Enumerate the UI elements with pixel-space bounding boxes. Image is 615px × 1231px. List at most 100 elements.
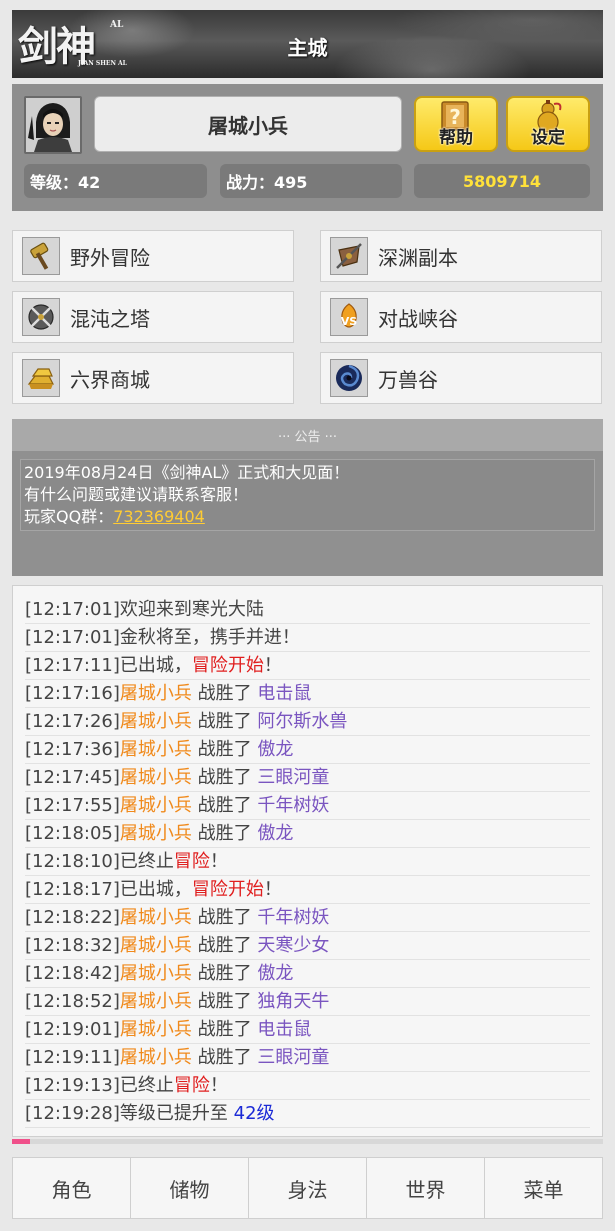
tab-character[interactable]: 角色 — [13, 1158, 131, 1218]
log-line: [12:17:01]金秋将至，携手并进！ — [25, 624, 590, 652]
log-verb: 战胜了 — [191, 1019, 258, 1040]
log-player-name: 屠城小兵 — [119, 935, 192, 956]
log-line: [12:18:05]屠城小兵 战胜了 傲龙 — [25, 820, 590, 848]
announcement-line: 2019年08月24日《剑神AL》正式和大见面！ — [24, 463, 350, 482]
log-line: [12:19:11]屠城小兵 战胜了 三眼河童 — [25, 1044, 590, 1072]
log-text: 已终止 — [119, 1075, 174, 1096]
menu-six-realms-shop[interactable]: 六界商城 — [12, 352, 294, 404]
log-player-name: 屠城小兵 — [119, 1019, 192, 1040]
player-panel: 屠城小兵 ? 帮助 设定 等级：42 战力：495 5809714 — [12, 84, 603, 211]
log-monster-name: 独角天牛 — [257, 991, 330, 1012]
qq-group-link[interactable]: 732369404 — [113, 507, 205, 526]
log-timestamp: [12:18:10] — [25, 851, 120, 872]
tab-storage[interactable]: 储物 — [131, 1158, 249, 1218]
log-verb: 战胜了 — [191, 739, 258, 760]
log-player-name: 屠城小兵 — [119, 767, 192, 788]
log-player-name: 屠城小兵 — [119, 795, 192, 816]
log-timestamp: [12:18:22] — [25, 907, 120, 928]
log-text: 已终止 — [119, 851, 174, 872]
menu-abyss-dungeon[interactable]: 深渊副本 — [320, 230, 602, 282]
log-player-name: 屠城小兵 — [119, 1047, 192, 1068]
log-line: [12:18:17]已出城，冒险开始！ — [25, 876, 590, 904]
log-player-name: 屠城小兵 — [119, 823, 192, 844]
progress-fill — [12, 1139, 30, 1144]
log-line: [12:19:28]等级已提升至 42级 — [25, 1100, 590, 1128]
menu-battle-canyon[interactable]: VS 对战峡谷 — [320, 291, 602, 343]
log-verb: 战胜了 — [191, 907, 258, 928]
log-verb: 战胜了 — [191, 711, 258, 732]
menu-wild-adventure[interactable]: 野外冒险 — [12, 230, 294, 282]
log-monster-name: 千年树妖 — [257, 795, 330, 816]
power-stat: 战力：495 — [220, 164, 402, 198]
character-portrait-icon — [26, 98, 80, 152]
gold-bars-icon — [22, 359, 60, 397]
tab-world[interactable]: 世界 — [367, 1158, 485, 1218]
log-player-name: 屠城小兵 — [119, 711, 192, 732]
settings-button[interactable]: 设定 — [506, 96, 590, 152]
menu-beast-valley[interactable]: 万兽谷 — [320, 352, 602, 404]
log-player-name: 屠城小兵 — [119, 739, 192, 760]
player-name: 屠城小兵 — [94, 96, 402, 152]
log-timestamp: [12:19:11] — [25, 1047, 120, 1068]
log-line: [12:17:16]屠城小兵 战胜了 电击鼠 — [25, 680, 590, 708]
log-text: 金秋将至，携手并进！ — [119, 627, 300, 648]
log-adventure-text: 冒险开始 — [191, 879, 264, 900]
vs-icon: VS — [330, 298, 368, 336]
tab-movement[interactable]: 身法 — [249, 1158, 367, 1218]
avatar[interactable] — [24, 96, 82, 154]
log-verb: 战胜了 — [191, 991, 258, 1012]
log-verb: 战胜了 — [191, 767, 258, 788]
battle-log[interactable]: [12:17:01]欢迎来到寒光大陆 [12:17:01]金秋将至，携手并进！ [1… — [12, 585, 603, 1137]
announcement-line: 玩家QQ群：732369404 — [24, 507, 205, 526]
log-line: [12:17:26]屠城小兵 战胜了 阿尔斯水兽 — [25, 708, 590, 736]
log-verb: 战胜了 — [191, 823, 258, 844]
log-line: [12:17:45]屠城小兵 战胜了 三眼河童 — [25, 764, 590, 792]
announcement-panel: ··· 公告 ··· 2019年08月24日《剑神AL》正式和大见面！ 有什么问… — [12, 419, 603, 576]
log-verb: 战胜了 — [191, 1047, 258, 1068]
progress-bar — [12, 1139, 603, 1144]
log-line: [12:17:36]屠城小兵 战胜了 傲龙 — [25, 736, 590, 764]
vortex-icon — [330, 359, 368, 397]
announcement-body: 2019年08月24日《剑神AL》正式和大见面！ 有什么问题或建议请联系客服！ … — [20, 459, 595, 531]
level-stat: 等级：42 — [24, 164, 207, 198]
log-timestamp: [12:18:05] — [25, 823, 120, 844]
log-line: [12:18:42]屠城小兵 战胜了 傲龙 — [25, 960, 590, 988]
log-timestamp: [12:17:16] — [25, 683, 120, 704]
hammer-icon — [22, 237, 60, 275]
log-monster-name: 傲龙 — [257, 963, 294, 984]
log-line: [12:18:10]已终止冒险！ — [25, 848, 590, 876]
crossed-blades-icon — [22, 298, 60, 336]
header-banner: 剑神 AL JIAN SHEN AL 主城 — [12, 10, 603, 78]
log-suffix: ！ — [263, 879, 282, 900]
log-monster-name: 电击鼠 — [257, 1019, 312, 1040]
log-verb: 战胜了 — [191, 935, 258, 956]
log-adventure-text: 冒险 — [173, 851, 210, 872]
log-player-name: 屠城小兵 — [119, 991, 192, 1012]
log-monster-name: 傲龙 — [257, 739, 294, 760]
announcement-header: ··· 公告 ··· — [12, 419, 603, 451]
log-timestamp: [12:17:01] — [25, 599, 120, 620]
tab-menu[interactable]: 菜单 — [485, 1158, 602, 1218]
log-line: [12:19:01]屠城小兵 战胜了 电击鼠 — [25, 1016, 590, 1044]
log-timestamp: [12:18:42] — [25, 963, 120, 984]
log-level: 42级 — [233, 1103, 275, 1124]
page-title: 主城 — [287, 36, 328, 60]
log-text: 等级已提升至 — [119, 1103, 234, 1124]
log-monster-name: 三眼河童 — [257, 1047, 330, 1068]
log-timestamp: [12:19:28] — [25, 1103, 120, 1124]
log-monster-name: 阿尔斯水兽 — [257, 711, 348, 732]
log-player-name: 屠城小兵 — [119, 907, 192, 928]
log-suffix: ！ — [263, 655, 282, 676]
help-button[interactable]: ? 帮助 — [414, 96, 498, 152]
menu-chaos-tower[interactable]: 混沌之塔 — [12, 291, 294, 343]
log-text: 已出城， — [119, 655, 192, 676]
log-timestamp: [12:17:45] — [25, 767, 120, 788]
log-monster-name: 天寒少女 — [257, 935, 330, 956]
log-timestamp: [12:17:26] — [25, 711, 120, 732]
log-timestamp: [12:17:36] — [25, 739, 120, 760]
announcement-line: 有什么问题或建议请联系客服！ — [24, 485, 249, 504]
log-monster-name: 千年树妖 — [257, 907, 330, 928]
log-suffix: ！ — [209, 851, 228, 872]
log-verb: 战胜了 — [191, 963, 258, 984]
gold-stat: 5809714 — [414, 164, 590, 198]
